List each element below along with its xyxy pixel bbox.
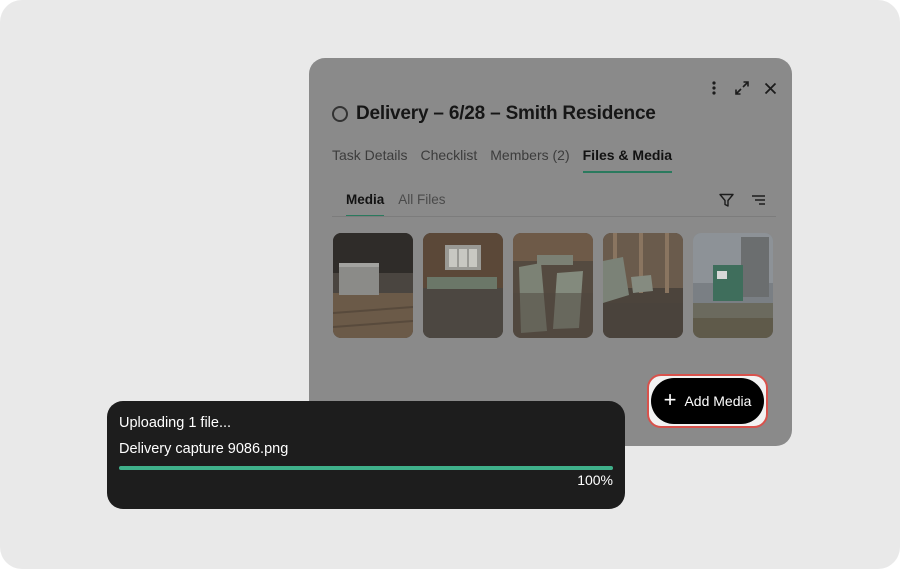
tab-task-details[interactable]: Task Details bbox=[332, 147, 407, 173]
task-title: Delivery – 6/28 – Smith Residence bbox=[356, 103, 656, 124]
panel-actions bbox=[706, 80, 778, 96]
upload-progress-percent: 100% bbox=[577, 472, 613, 488]
close-icon[interactable] bbox=[762, 80, 778, 96]
upload-toast: Uploading 1 file... Delivery capture 908… bbox=[107, 401, 625, 509]
media-thumbnail[interactable] bbox=[333, 233, 413, 338]
tab-members[interactable]: Members (2) bbox=[490, 147, 569, 173]
filter-icon[interactable] bbox=[718, 192, 734, 208]
media-thumbnail[interactable] bbox=[693, 233, 773, 338]
add-media-label: Add Media bbox=[684, 393, 752, 409]
upload-progress-fill bbox=[119, 466, 613, 470]
media-thumbnail[interactable] bbox=[423, 233, 503, 338]
upload-title: Uploading 1 file... bbox=[119, 415, 232, 431]
status-circle-icon[interactable] bbox=[332, 106, 348, 122]
task-title-row: Delivery – 6/28 – Smith Residence bbox=[332, 103, 656, 125]
subtab-all-files[interactable]: All Files bbox=[398, 192, 445, 217]
more-vertical-icon[interactable] bbox=[706, 80, 722, 96]
media-grid bbox=[333, 233, 773, 338]
tab-files-media[interactable]: Files & Media bbox=[582, 147, 673, 173]
expand-icon[interactable] bbox=[734, 80, 750, 96]
sort-icon[interactable] bbox=[750, 192, 766, 208]
upload-progress-track bbox=[119, 466, 613, 470]
task-tabs: Task Details Checklist Members (2) Files… bbox=[332, 147, 673, 173]
media-thumbnail[interactable] bbox=[513, 233, 593, 338]
media-tools bbox=[718, 192, 766, 208]
media-thumbnail[interactable] bbox=[603, 233, 683, 338]
media-subtabs: Media All Files bbox=[346, 192, 446, 217]
add-media-button[interactable]: + Add Media bbox=[651, 378, 764, 424]
upload-filename: Delivery capture 9086.png bbox=[119, 441, 289, 457]
subtab-divider bbox=[332, 216, 776, 217]
tab-checklist[interactable]: Checklist bbox=[420, 147, 477, 173]
plus-icon: + bbox=[663, 387, 677, 412]
subtab-media[interactable]: Media bbox=[346, 192, 385, 217]
canvas-background: Delivery – 6/28 – Smith Residence Task D… bbox=[0, 0, 900, 569]
